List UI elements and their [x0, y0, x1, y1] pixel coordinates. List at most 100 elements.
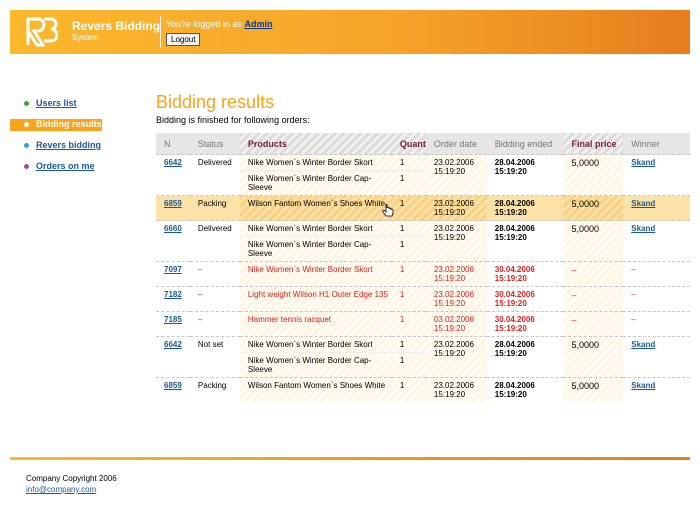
order-date: 23.02.2006 15:19:20 — [425, 220, 487, 262]
column-header-products[interactable]: Products — [239, 133, 392, 155]
final-price: – — [563, 311, 624, 337]
rb-logo-icon — [26, 17, 58, 47]
ended-date: 28.04.2006 — [494, 199, 535, 208]
order-number-link[interactable]: 6642 — [164, 340, 182, 349]
bidding-ended: 28.04.2006 15:19:20 — [486, 195, 564, 221]
sidebar-item-label[interactable]: Bidding results — [36, 119, 102, 129]
brand-subtitle: System — [72, 33, 99, 42]
order-number[interactable]: 6642 — [156, 154, 190, 196]
winner-link[interactable]: Skand — [631, 381, 655, 390]
order-number[interactable]: 7185 — [156, 311, 190, 337]
bidding-ended: 28.04.2006 15:19:20 — [486, 377, 564, 402]
product-name: Nike Women`s Winter Border Skort — [239, 220, 392, 237]
winner-link[interactable]: Skand — [631, 158, 655, 167]
table-row: 6660 Delivered Nike Women`s Winter Border … — [156, 220, 690, 262]
winner: – — [623, 261, 690, 287]
order-status: – — [189, 286, 240, 312]
bullet-icon — [24, 164, 29, 169]
order-number[interactable]: 7182 — [156, 286, 190, 312]
ended-date: 30.04.2006 — [494, 265, 535, 274]
product-name: Nike Women`s Winter Border Cap-Sleeve — [239, 236, 392, 262]
product-name: Nike Women`s Winter Border Cap-Sleeve — [239, 170, 392, 196]
header-bar: Revers Bidding System You're logged in a… — [10, 10, 690, 54]
order-date-time: 15:19:20 — [433, 390, 466, 399]
table-header-row: N Status Products Quant Order date Biddi… — [156, 133, 690, 155]
product-quantity: 1 — [391, 261, 426, 287]
column-header-order-date[interactable]: Order date — [425, 133, 487, 155]
order-status: – — [189, 311, 240, 337]
column-header-n[interactable]: N — [156, 133, 190, 155]
sidebar-item-label[interactable]: Orders on me — [36, 161, 95, 171]
order-number[interactable]: 6859 — [156, 377, 190, 402]
order-date-time: 15:19:20 — [433, 274, 466, 283]
column-header-winner[interactable]: Winner — [623, 133, 690, 155]
logout-button[interactable]: Logout — [166, 33, 201, 46]
brand-title: Revers Bidding — [72, 19, 161, 33]
order-number-link[interactable]: 6859 — [164, 199, 182, 208]
product-name: Nike Women`s Winter Border Cap-Sleeve — [239, 352, 392, 378]
order-number-link[interactable]: 7182 — [164, 290, 182, 299]
results-table: N Status Products Quant Order date Biddi… — [156, 133, 690, 402]
order-date: 23.02.2006 15:19:20 — [425, 336, 487, 378]
product-quantity: 1 — [391, 286, 426, 312]
order-number[interactable]: 7097 — [156, 261, 190, 287]
order-date-day: 23.02.2006 — [433, 340, 474, 349]
ended-time: 15:19:20 — [494, 274, 527, 283]
order-date-time: 15:19:20 — [433, 167, 466, 176]
column-header-bidding-ended[interactable]: Bidding ended — [486, 133, 564, 155]
column-header-status[interactable]: Status — [189, 133, 240, 155]
ended-time: 15:19:20 — [494, 390, 527, 399]
ended-date: 28.04.2006 — [494, 381, 535, 390]
winner: – — [623, 311, 690, 337]
sidebar-item-orders-on-me[interactable]: Orders on me — [10, 161, 110, 173]
winner[interactable]: Skand — [623, 195, 690, 221]
winner-link[interactable]: Skand — [631, 340, 655, 349]
order-number-link[interactable]: 6859 — [164, 381, 182, 390]
order-number-link[interactable]: 7097 — [164, 265, 182, 274]
table-row: 7097– Nike Women`s Winter Border Skort 1 23… — [156, 261, 690, 287]
product-quantity: 1 — [391, 352, 426, 378]
product-name: Nike Women`s Winter Border Skort — [239, 154, 392, 171]
product-quantity: 1 — [391, 236, 426, 262]
winner[interactable]: Skand — [623, 154, 690, 196]
product-name: Nike Women`s Winter Border Skort — [239, 336, 392, 353]
order-number[interactable]: 6642 — [156, 336, 190, 378]
order-number-link[interactable]: 6642 — [164, 158, 182, 167]
column-header-quant[interactable]: Quant — [391, 133, 426, 155]
sidebar-item-bidding-results[interactable]: Bidding results — [10, 119, 102, 131]
sidebar-item-label[interactable]: Users list — [36, 98, 77, 108]
winner[interactable]: Skand — [623, 336, 690, 378]
product-name: Light weight Wilson H1 Outer Edge 135 — [239, 286, 392, 312]
final-price: 5,0000 — [563, 220, 624, 262]
product-quantity: 1 — [391, 220, 426, 237]
order-date-time: 15:19:20 — [433, 299, 466, 308]
order-number[interactable]: 6859 — [156, 195, 190, 221]
winner-link[interactable]: Skand — [631, 224, 655, 233]
order-number[interactable]: 6660 — [156, 220, 190, 262]
footer-email-link[interactable]: info@company.com — [26, 485, 96, 494]
winner: – — [623, 286, 690, 312]
winner-link[interactable]: Skand — [631, 199, 655, 208]
sidebar-item-label[interactable]: Revers bidding — [36, 140, 101, 150]
product-quantity: 1 — [391, 377, 426, 402]
order-number-link[interactable]: 6660 — [164, 224, 182, 233]
product-quantity: 1 — [391, 154, 426, 171]
order-number-link[interactable]: 7185 — [164, 315, 182, 324]
sidebar-item-users-list[interactable]: Users list — [10, 98, 110, 110]
bullet-icon — [24, 143, 29, 148]
bidding-ended: 28.04.2006 15:19:20 — [486, 220, 564, 262]
order-date-day: 23.02.2006 — [433, 224, 474, 233]
sidebar-item-revers-bidding[interactable]: Revers bidding — [10, 140, 110, 152]
order-date-day: 23.02.2006 — [433, 158, 474, 167]
winner[interactable]: Skand — [623, 220, 690, 262]
sidebar-nav: Users list Bidding results Revers biddin… — [10, 98, 110, 182]
final-price: 5,0000 — [563, 195, 624, 221]
user-link[interactable]: Admin — [244, 19, 272, 29]
winner[interactable]: Skand — [623, 377, 690, 402]
order-date-day: 23.02.2006 — [433, 381, 474, 390]
order-date-day: 03.02.2006 — [433, 315, 474, 324]
bullet-icon — [24, 122, 29, 127]
column-header-final-price[interactable]: Final price — [563, 133, 624, 155]
final-price: 5,0000 — [563, 336, 624, 378]
order-date: 23.02.2006 15:19:20 — [425, 286, 487, 312]
